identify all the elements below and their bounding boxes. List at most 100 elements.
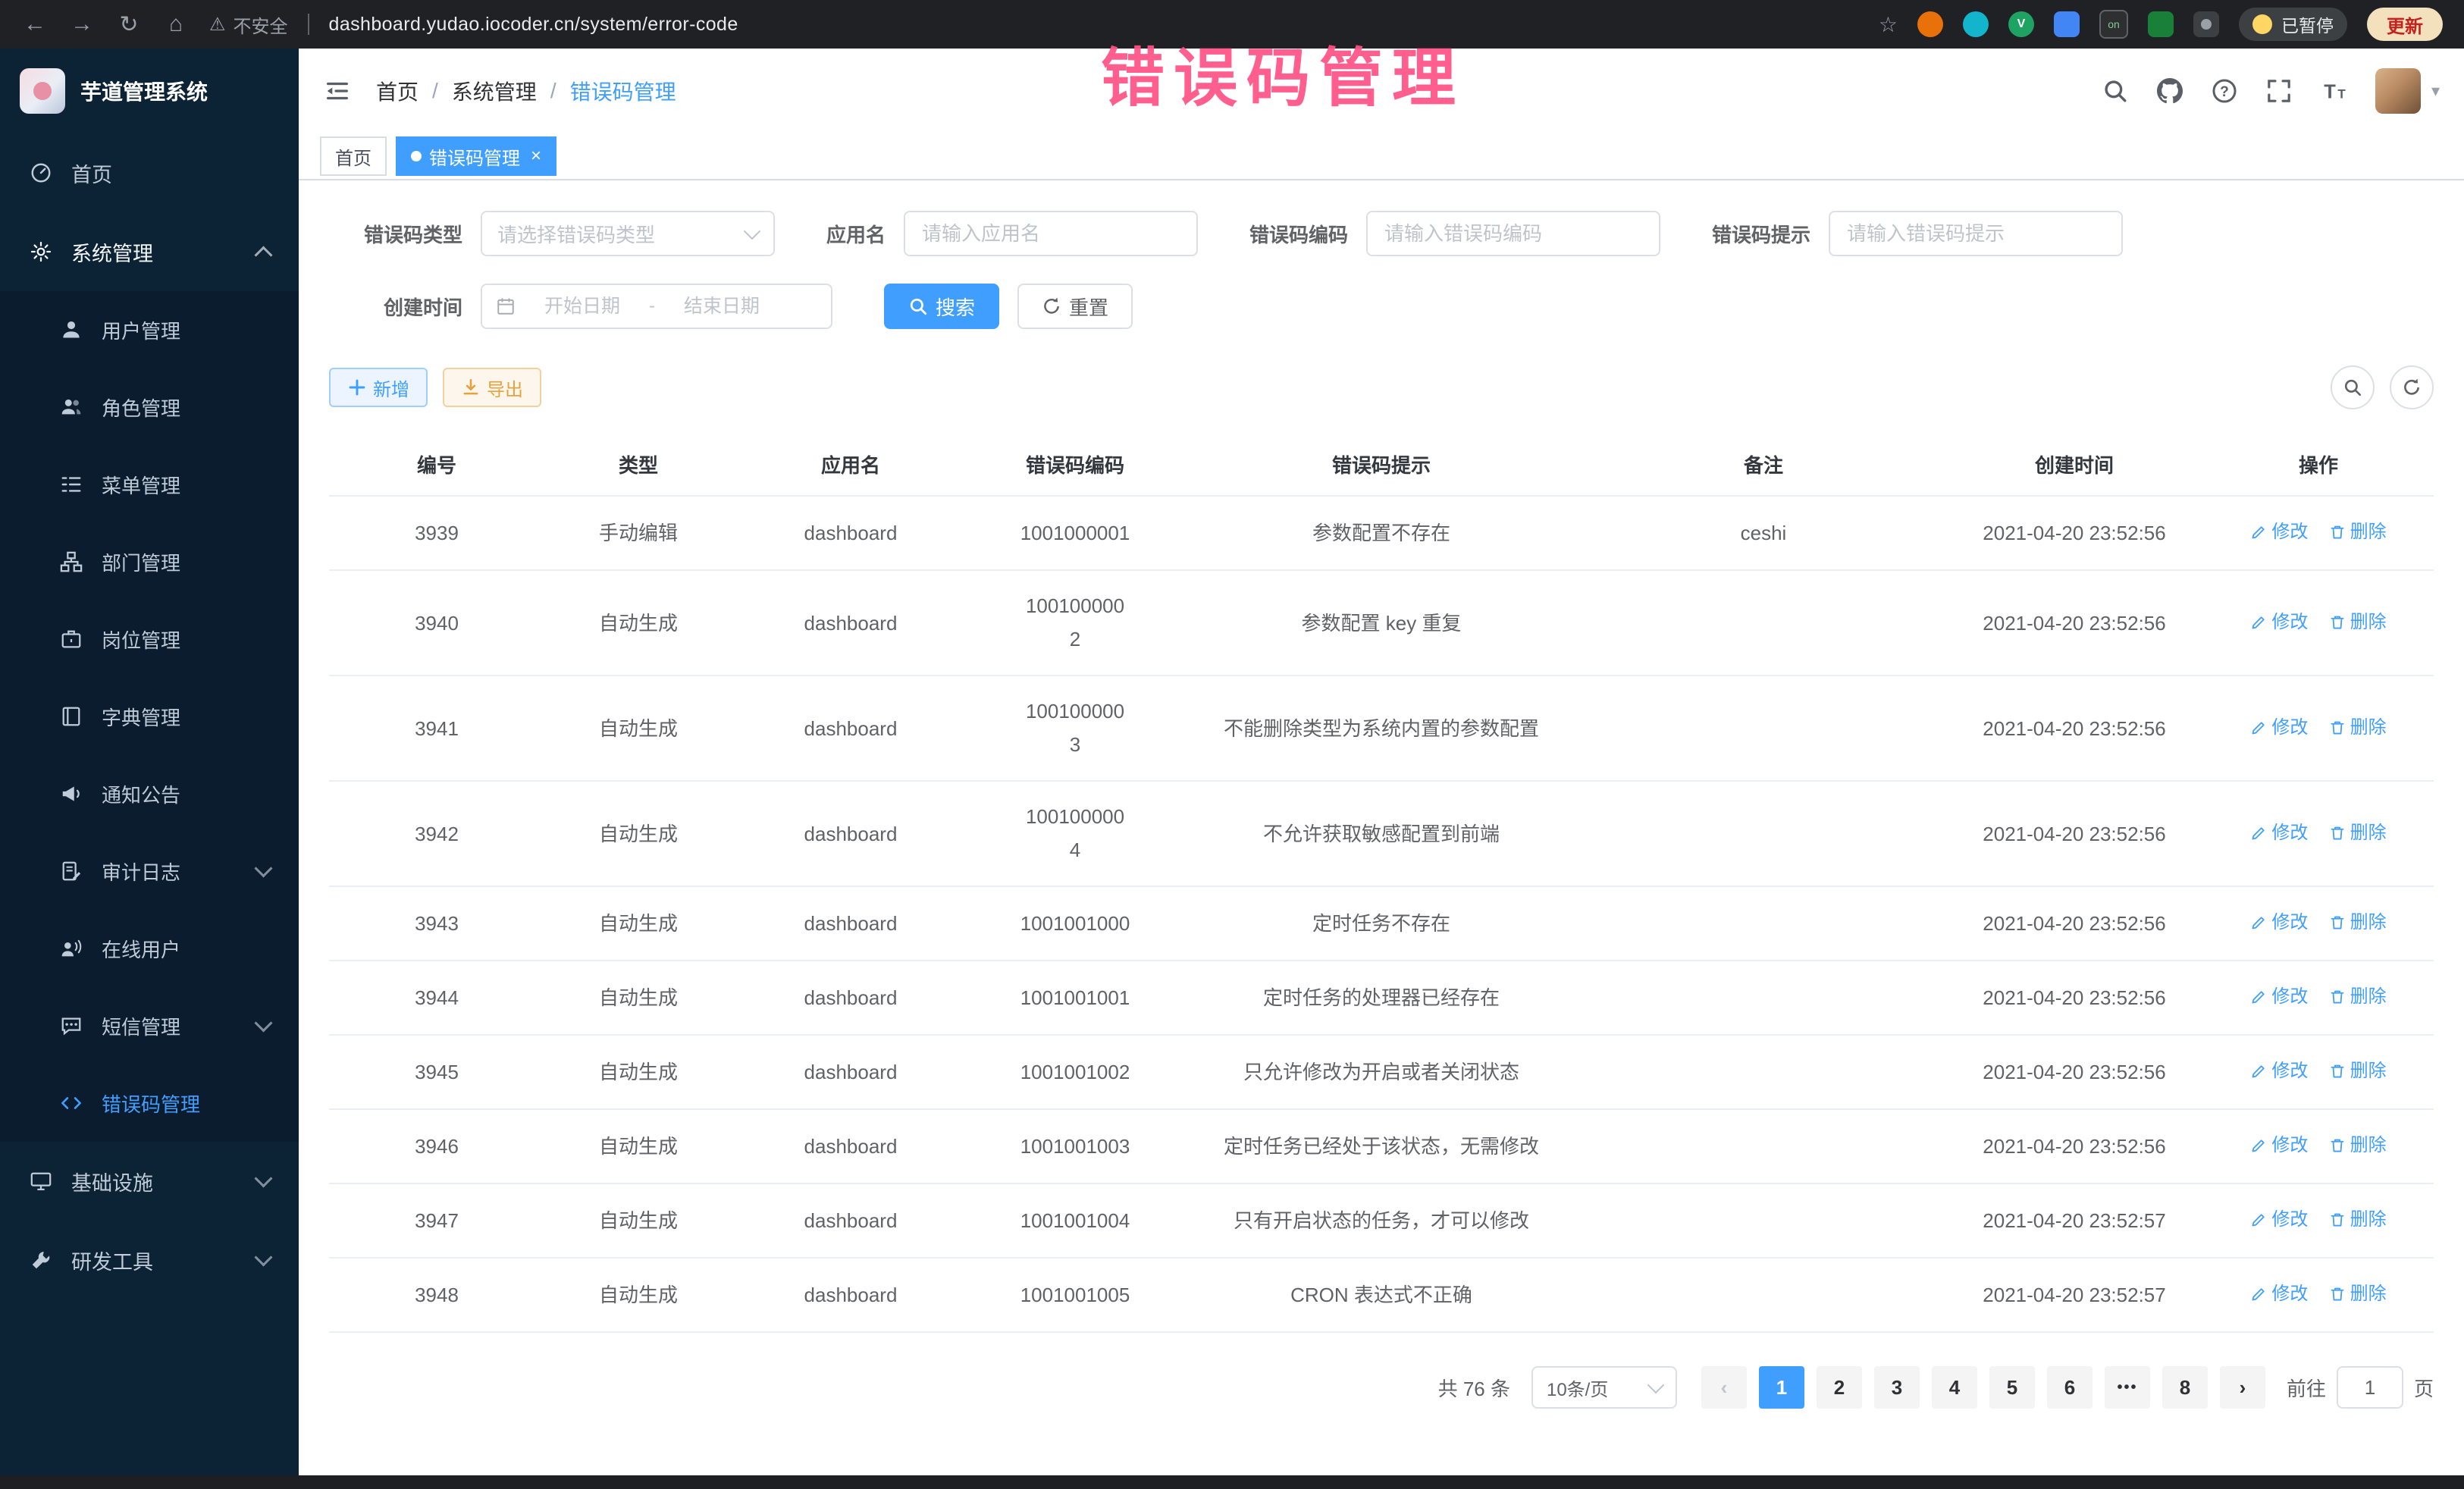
page-button-4[interactable]: 4 bbox=[1932, 1366, 1977, 1409]
hamburger-icon[interactable] bbox=[323, 77, 352, 105]
cell-remark bbox=[1582, 1183, 1945, 1258]
bookmark-star-icon[interactable]: ☆ bbox=[1879, 12, 1898, 37]
search-icon[interactable] bbox=[2102, 78, 2128, 104]
error-type-select[interactable]: 请选择错误码类型 bbox=[481, 211, 775, 256]
tab-error-code[interactable]: 错误码管理 × bbox=[396, 136, 556, 176]
extension-icon[interactable] bbox=[2148, 11, 2174, 37]
extension-icon[interactable] bbox=[1963, 11, 1989, 37]
app-name-input[interactable] bbox=[904, 211, 1198, 256]
delete-button[interactable]: 删除 bbox=[2329, 1202, 2387, 1237]
start-date-input[interactable] bbox=[522, 294, 643, 319]
sidebar-item-user-management[interactable]: 用户管理 bbox=[0, 291, 299, 368]
page-button-2[interactable]: 2 bbox=[1817, 1366, 1862, 1409]
edit-button[interactable]: 修改 bbox=[2250, 905, 2308, 940]
edit-icon bbox=[2250, 1286, 2267, 1302]
cell-type: 手动编辑 bbox=[544, 496, 732, 570]
forward-icon[interactable]: → bbox=[68, 11, 96, 37]
profile-paused-badge[interactable]: 已暂停 bbox=[2239, 8, 2347, 41]
export-button[interactable]: 导出 bbox=[443, 368, 541, 407]
sidebar-item-infrastructure[interactable]: 基础设施 bbox=[0, 1142, 299, 1221]
edit-button[interactable]: 修改 bbox=[2250, 710, 2308, 745]
sidebar-item-system-management[interactable]: 系统管理 bbox=[0, 212, 299, 291]
delete-button[interactable]: 删除 bbox=[2329, 816, 2387, 851]
github-icon[interactable] bbox=[2157, 78, 2183, 104]
home-icon[interactable]: ⌂ bbox=[162, 11, 190, 37]
font-size-icon[interactable]: TT bbox=[2321, 78, 2346, 104]
delete-button[interactable]: 删除 bbox=[2329, 905, 2387, 940]
sidebar-item-notice[interactable]: 通知公告 bbox=[0, 755, 299, 832]
edit-button[interactable]: 修改 bbox=[2250, 1128, 2308, 1163]
page-button-6[interactable]: 6 bbox=[2047, 1366, 2093, 1409]
refresh-button[interactable] bbox=[2390, 365, 2434, 409]
help-icon[interactable]: ? bbox=[2212, 78, 2237, 104]
sidebar-item-role-management[interactable]: 角色管理 bbox=[0, 368, 299, 446]
extension-icon[interactable] bbox=[2193, 11, 2219, 37]
sidebar-item-online-user[interactable]: 在线用户 bbox=[0, 910, 299, 987]
extension-icon[interactable] bbox=[1917, 11, 1943, 37]
edit-button[interactable]: 修改 bbox=[2250, 1202, 2308, 1237]
prev-page-button[interactable]: ‹ bbox=[1701, 1366, 1747, 1409]
browser-update-button[interactable]: 更新 bbox=[2367, 8, 2443, 41]
delete-button[interactable]: 删除 bbox=[2329, 710, 2387, 745]
sidebar-item-dev-tools[interactable]: 研发工具 bbox=[0, 1221, 299, 1299]
sidebar-item-audit-log[interactable]: 审计日志 bbox=[0, 832, 299, 910]
user-menu[interactable]: ▾ bbox=[2375, 68, 2440, 114]
chevron-down-icon bbox=[744, 223, 761, 240]
delete-button[interactable]: 删除 bbox=[2329, 980, 2387, 1014]
sidebar-item-error-code[interactable]: 错误码管理 bbox=[0, 1064, 299, 1142]
search-button[interactable]: 搜索 bbox=[884, 284, 999, 329]
delete-button[interactable]: 删除 bbox=[2329, 605, 2387, 640]
back-icon[interactable]: ← bbox=[21, 11, 49, 37]
next-page-button[interactable]: › bbox=[2220, 1366, 2265, 1409]
app-logo[interactable]: 芋道管理系统 bbox=[0, 49, 299, 133]
page-button-1[interactable]: 1 bbox=[1759, 1366, 1804, 1409]
error-code-input[interactable] bbox=[1366, 211, 1660, 256]
reset-button[interactable]: 重置 bbox=[1017, 284, 1133, 329]
address-bar[interactable]: dashboard.yudao.iocoder.cn/system/error-… bbox=[329, 14, 738, 36]
page-button-5[interactable]: 5 bbox=[1989, 1366, 2035, 1409]
add-button[interactable]: 新增 bbox=[329, 368, 428, 407]
extension-icon[interactable] bbox=[2054, 11, 2080, 37]
page-button-3[interactable]: 3 bbox=[1874, 1366, 1920, 1409]
page-size-select[interactable]: 10条/页 bbox=[1531, 1366, 1677, 1409]
sidebar-item-sms-management[interactable]: 短信管理 bbox=[0, 987, 299, 1064]
goto-page-input[interactable] bbox=[2337, 1366, 2403, 1409]
sidebar-item-post-management[interactable]: 岗位管理 bbox=[0, 600, 299, 678]
cell-type: 自动生成 bbox=[544, 1109, 732, 1183]
edit-button[interactable]: 修改 bbox=[2250, 605, 2308, 640]
sidebar-item-dept-management[interactable]: 部门管理 bbox=[0, 523, 299, 600]
delete-button[interactable]: 删除 bbox=[2329, 1277, 2387, 1312]
delete-button[interactable]: 删除 bbox=[2329, 1128, 2387, 1163]
sidebar-item-menu-management[interactable]: 菜单管理 bbox=[0, 446, 299, 523]
end-date-input[interactable] bbox=[661, 294, 782, 319]
page-button-8[interactable]: 8 bbox=[2162, 1366, 2208, 1409]
more-pages-button[interactable]: ••• bbox=[2105, 1366, 2150, 1409]
cell-msg: 定时任务已经处于该状态，无需修改 bbox=[1181, 1109, 1582, 1183]
extension-icon[interactable]: V bbox=[2008, 11, 2034, 37]
delete-button[interactable]: 删除 bbox=[2329, 515, 2387, 550]
fullscreen-icon[interactable] bbox=[2266, 78, 2292, 104]
edit-button[interactable]: 修改 bbox=[2250, 816, 2308, 851]
edit-button[interactable]: 修改 bbox=[2250, 515, 2308, 550]
reload-icon[interactable]: ↻ bbox=[115, 11, 143, 38]
extension-icon[interactable]: on bbox=[2099, 10, 2128, 39]
cell-time: 2021-04-20 23:52:56 bbox=[1945, 886, 2203, 961]
error-msg-input[interactable] bbox=[1829, 211, 2123, 256]
edit-button[interactable]: 修改 bbox=[2250, 1054, 2308, 1089]
breadcrumb-home[interactable]: 首页 bbox=[376, 76, 419, 106]
page-content: 错误码类型 请选择错误码类型 应用名 错误码编码 bbox=[299, 180, 2464, 1489]
sidebar-item-home[interactable]: 首页 bbox=[0, 133, 299, 212]
edit-button[interactable]: 修改 bbox=[2250, 1277, 2308, 1312]
security-warning[interactable]: ⚠ 不安全 bbox=[209, 11, 288, 38]
user-icon bbox=[59, 318, 83, 342]
edit-icon bbox=[2250, 1212, 2267, 1228]
close-icon[interactable]: × bbox=[531, 147, 541, 165]
toggle-search-button[interactable] bbox=[2331, 365, 2375, 409]
tab-home[interactable]: 首页 bbox=[320, 136, 387, 176]
app-name-label: 应用名 bbox=[826, 220, 886, 248]
delete-button[interactable]: 删除 bbox=[2329, 1054, 2387, 1089]
sidebar-item-dict-management[interactable]: 字典管理 bbox=[0, 678, 299, 755]
edit-button[interactable]: 修改 bbox=[2250, 980, 2308, 1014]
date-range-picker[interactable]: - bbox=[481, 284, 832, 329]
breadcrumb-system[interactable]: 系统管理 bbox=[452, 76, 537, 106]
